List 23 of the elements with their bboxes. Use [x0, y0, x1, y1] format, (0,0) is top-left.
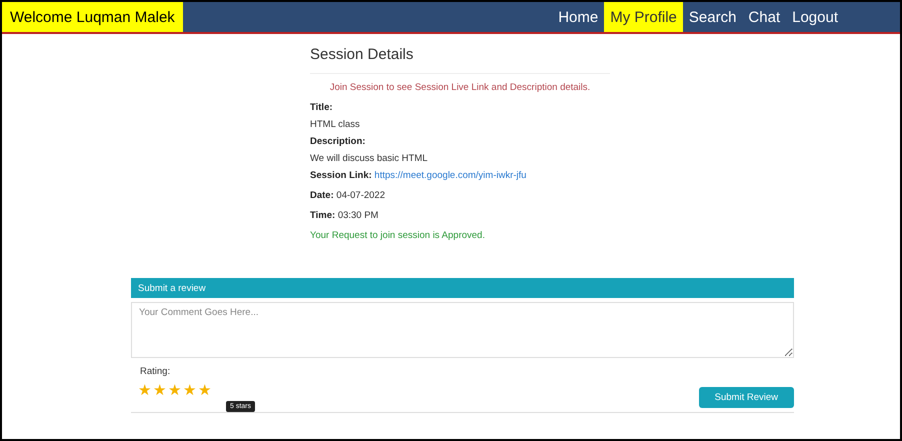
nav-link[interactable]: Search — [682, 2, 742, 32]
field-value: 04-07-2022 — [336, 190, 386, 201]
field-label: Title: — [310, 102, 334, 113]
status-message: Your Request to join session is Approved. — [310, 230, 486, 241]
field-label: Session Link: — [310, 170, 372, 181]
submit-button[interactable]: Submit Review — [698, 387, 794, 408]
comment-field[interactable]: Your Comment Goes Here... — [131, 302, 794, 358]
field-value: 03:30 PM — [338, 210, 378, 221]
nav-link[interactable]: Home — [552, 2, 604, 32]
session-link[interactable]: https://meet.google.com/yim-iwkr-jfu — [374, 170, 526, 181]
nav-link[interactable]: My Profile — [604, 2, 683, 32]
panel-header: Submit a review — [131, 278, 794, 298]
field-label: Description: — [310, 136, 366, 147]
nav-link[interactable]: Logout — [786, 2, 844, 32]
nav-link[interactable]: Chat — [742, 2, 786, 32]
field-label: Time: — [310, 210, 336, 221]
notice-text: Join Session to see Session Live Link and Description details. — [328, 82, 592, 93]
field-label: Date: — [310, 190, 334, 201]
field-value: We will discuss basic HTML — [310, 153, 429, 164]
field-value: HTML class — [310, 119, 361, 130]
welcome-text: Welcome Luqman Malek — [2, 2, 183, 32]
rating-label: Rating: — [140, 366, 172, 377]
section-heading: Session Details — [310, 46, 610, 74]
